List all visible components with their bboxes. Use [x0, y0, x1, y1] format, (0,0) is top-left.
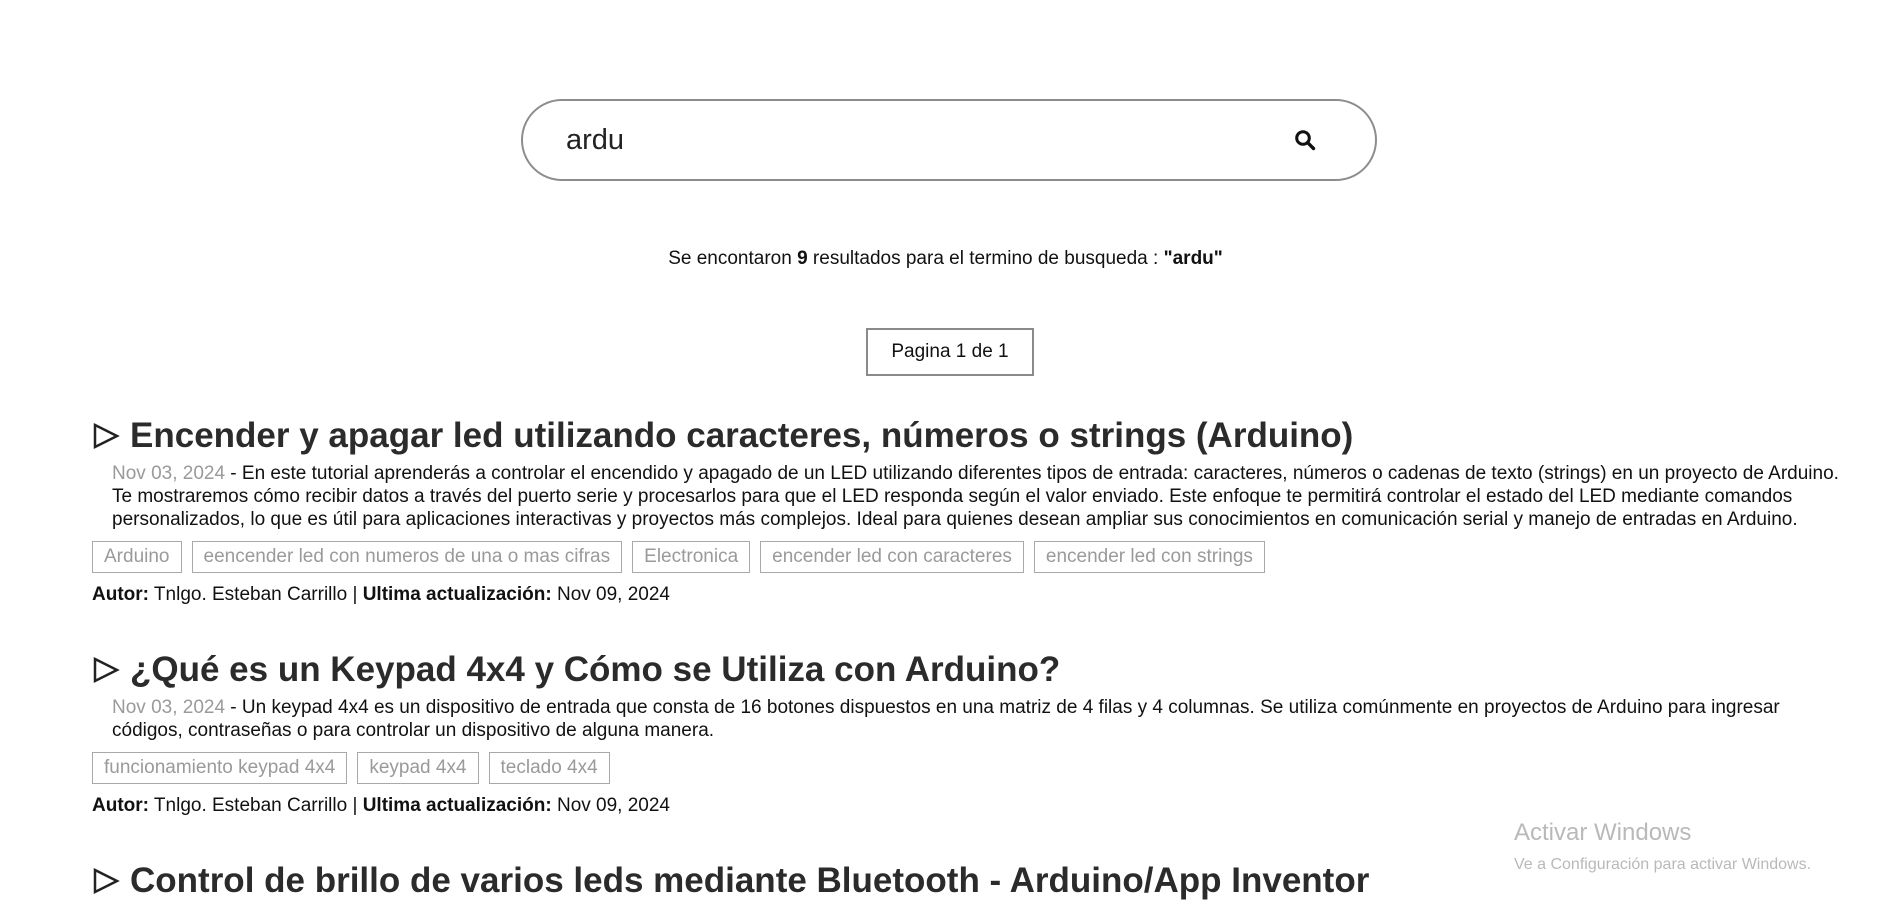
tag-list: funcionamiento keypad 4x4 keypad 4x4 tec…: [92, 752, 1852, 784]
article-item: ¿Qué es un Keypad 4x4 y Cómo se Utiliza …: [92, 646, 1852, 817]
article-excerpt-text: - En este tutorial aprenderás a controla…: [112, 463, 1839, 530]
article-title-link[interactable]: Encender y apagar led utilizando caracte…: [130, 412, 1353, 460]
article-item: Encender y apagar led utilizando caracte…: [92, 412, 1852, 606]
result-summary: Se encontaron 9 resultados para el termi…: [0, 248, 1891, 270]
tag-item[interactable]: Arduino: [92, 541, 182, 573]
article-excerpt-text: - Un keypad 4x4 es un dispositivo de ent…: [112, 697, 1780, 741]
tag-item[interactable]: encender led con caracteres: [760, 541, 1024, 573]
tag-item[interactable]: Electronica: [632, 541, 751, 573]
article-date: Nov 03, 2024: [112, 463, 226, 484]
tag-item[interactable]: encender led con strings: [1033, 541, 1265, 573]
article-title-link[interactable]: ¿Qué es un Keypad 4x4 y Cómo se Utiliza …: [130, 646, 1060, 694]
search-term: "ardu": [1163, 248, 1223, 269]
article-date: Nov 03, 2024: [112, 697, 226, 718]
result-count: 9: [797, 248, 808, 269]
watermark-title: Activar Windows: [1514, 819, 1692, 846]
tag-item[interactable]: funcionamiento keypad 4x4: [92, 752, 348, 784]
updated-label: Ultima actualización:: [362, 584, 552, 605]
author-label: Autor:: [92, 584, 149, 605]
article-meta: Autor: Tnlgo. Esteban Carrillo | Ultima …: [92, 583, 1852, 606]
author-name: Tnlgo. Esteban Carrillo: [153, 795, 348, 816]
author-name: Tnlgo. Esteban Carrillo: [153, 584, 348, 605]
pagination-label: Pagina 1 de 1: [891, 341, 1009, 362]
page: Se encontaron 9 resultados para el termi…: [0, 0, 1891, 918]
tag-list: Arduino eencender led con numeros de una…: [92, 541, 1852, 573]
triangle-right-icon: [93, 867, 120, 895]
windows-activation-watermark: Activar Windows Ve a Configuración para …: [1514, 818, 1811, 876]
watermark-subtitle: Ve a Configuración para activar Windows.: [1514, 856, 1812, 873]
article-meta: Autor: Tnlgo. Esteban Carrillo | Ultima …: [92, 794, 1852, 817]
tag-item[interactable]: teclado 4x4: [488, 752, 610, 784]
search-box: [521, 99, 1377, 181]
summary-middle: resultados para el termino de busqueda :: [807, 248, 1164, 269]
updated-date: Nov 09, 2024: [556, 795, 670, 816]
author-label: Autor:: [92, 795, 149, 816]
article-title: ¿Qué es un Keypad 4x4 y Cómo se Utiliza …: [92, 646, 1852, 694]
tag-item[interactable]: keypad 4x4: [357, 752, 479, 784]
pagination-indicator[interactable]: Pagina 1 de 1: [866, 328, 1034, 376]
article-title-link[interactable]: Control de brillo de varios leds mediant…: [130, 857, 1369, 905]
updated-label: Ultima actualización:: [362, 795, 552, 816]
meta-separator: |: [347, 795, 363, 816]
search-input[interactable]: [564, 114, 1283, 166]
triangle-right-icon: [93, 656, 120, 684]
article-title: Encender y apagar led utilizando caracte…: [92, 412, 1852, 460]
search-button[interactable]: [1283, 118, 1327, 162]
triangle-right-icon: [93, 422, 120, 450]
article-excerpt: Nov 03, 2024 - Un keypad 4x4 es un dispo…: [112, 696, 1852, 742]
article-excerpt: Nov 03, 2024 - En este tutorial aprender…: [112, 462, 1852, 531]
tag-item[interactable]: eencender led con numeros de una o mas c…: [191, 541, 623, 573]
updated-date: Nov 09, 2024: [556, 584, 670, 605]
summary-prefix: Se encontaron: [668, 248, 798, 269]
meta-separator: |: [347, 584, 363, 605]
search-icon: [1295, 130, 1316, 151]
